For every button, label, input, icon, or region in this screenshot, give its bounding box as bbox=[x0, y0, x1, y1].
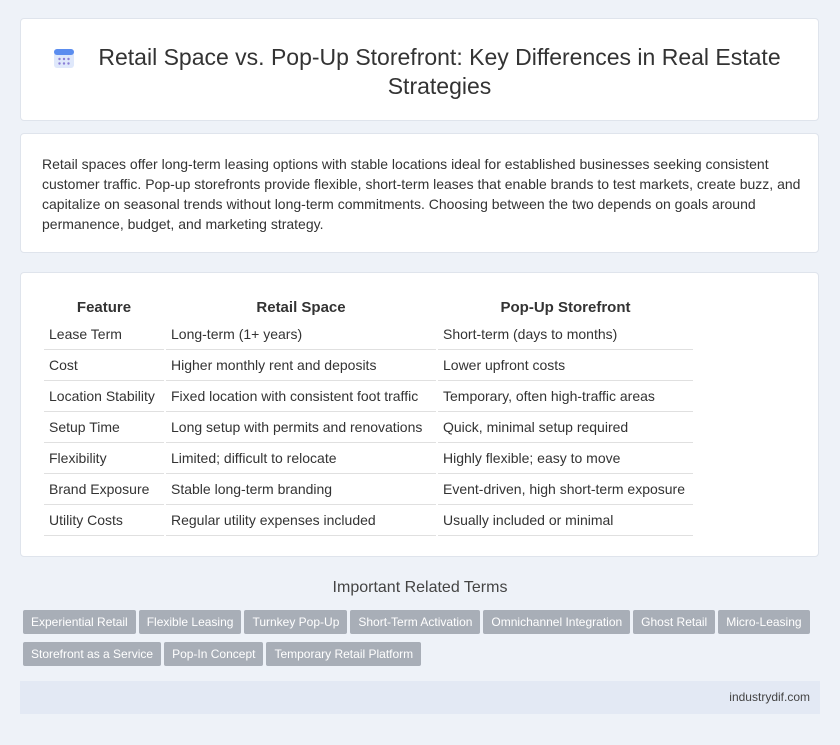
page-title: Retail Space vs. Pop-Up Storefront: Key … bbox=[98, 44, 781, 99]
table-cell: Usually included or minimal bbox=[438, 505, 693, 536]
title-card: Retail Space vs. Pop-Up Storefront: Key … bbox=[20, 18, 819, 121]
table-cell: Event-driven, high short-term exposure bbox=[438, 474, 693, 505]
calendar-icon bbox=[54, 49, 74, 68]
related-terms-title: Important Related Terms bbox=[332, 579, 508, 596]
table-row: Utility Costs Regular utility expenses i… bbox=[44, 505, 693, 536]
tag-temporary-retail-platform[interactable]: Temporary Retail Platform bbox=[266, 642, 422, 666]
table-cell: Location Stability bbox=[44, 381, 164, 412]
table-cell: Long-term (1+ years) bbox=[166, 319, 436, 350]
tag-experiential-retail[interactable]: Experiential Retail bbox=[23, 610, 136, 634]
table-cell: Lease Term bbox=[44, 319, 164, 350]
tag-storefront-as-a-service[interactable]: Storefront as a Service bbox=[23, 642, 162, 666]
title-wrap: Retail Space vs. Pop-Up Storefront: Key … bbox=[21, 43, 818, 101]
table-row: Setup Time Long setup with permits and r… bbox=[44, 412, 693, 443]
comparison-table: Feature Retail Space Pop-Up Storefront L… bbox=[42, 295, 695, 536]
table-cell: Long setup with permits and renovations bbox=[166, 412, 436, 443]
tag-micro-leasing[interactable]: Micro-Leasing bbox=[718, 610, 810, 634]
table-cell: Higher monthly rent and deposits bbox=[166, 350, 436, 381]
column-header-pop-up: Pop-Up Storefront bbox=[500, 298, 631, 316]
table-cell: Flexibility bbox=[44, 443, 164, 474]
table-row: Lease Term Long-term (1+ years) Short-te… bbox=[44, 319, 693, 350]
table-row: Flexibility Limited; difficult to reloca… bbox=[44, 443, 693, 474]
table-cell: Stable long-term branding bbox=[166, 474, 436, 505]
tag-pop-in-concept[interactable]: Pop-In Concept bbox=[164, 642, 264, 666]
related-terms-list: Experiential Retail Flexible Leasing Turnk… bbox=[23, 610, 823, 674]
table-header-row: Feature Retail Space Pop-Up Storefront bbox=[44, 295, 693, 319]
tag-turnkey-pop-up[interactable]: Turnkey Pop-Up bbox=[244, 610, 348, 634]
table-cell: Lower upfront costs bbox=[438, 350, 693, 381]
tag-short-term-activation[interactable]: Short-Term Activation bbox=[350, 610, 481, 634]
table-cell: Limited; difficult to relocate bbox=[166, 443, 436, 474]
table-cell: Regular utility expenses included bbox=[166, 505, 436, 536]
intro-paragraph: Retail spaces offer long-term leasing op… bbox=[42, 156, 801, 232]
table-row: Cost Higher monthly rent and deposits Lo… bbox=[44, 350, 693, 381]
table-cell: Brand Exposure bbox=[44, 474, 164, 505]
tag-omnichannel-integration[interactable]: Omnichannel Integration bbox=[483, 610, 631, 634]
table-cell: Fixed location with consistent foot traf… bbox=[166, 381, 436, 412]
table-row: Location Stability Fixed location with c… bbox=[44, 381, 693, 412]
footer: industrydif.com bbox=[20, 681, 820, 714]
table-cell: Setup Time bbox=[44, 412, 164, 443]
tag-ghost-retail[interactable]: Ghost Retail bbox=[633, 610, 716, 634]
table-cell: Cost bbox=[44, 350, 164, 381]
tag-flexible-leasing[interactable]: Flexible Leasing bbox=[138, 610, 242, 634]
column-header-feature: Feature bbox=[76, 298, 132, 316]
table-cell: Temporary, often high-traffic areas bbox=[438, 381, 693, 412]
table-cell: Utility Costs bbox=[44, 505, 164, 536]
table-row: Brand Exposure Stable long-term branding… bbox=[44, 474, 693, 505]
comparison-card: Feature Retail Space Pop-Up Storefront L… bbox=[20, 272, 819, 557]
table-cell: Quick, minimal setup required bbox=[438, 412, 693, 443]
intro-card: Retail spaces offer long-term leasing op… bbox=[20, 133, 819, 253]
table-cell: Highly flexible; easy to move bbox=[438, 443, 693, 474]
table-cell: Short-term (days to months) bbox=[438, 319, 693, 350]
footer-site-link[interactable]: industrydif.com bbox=[729, 690, 810, 704]
column-header-retail-space: Retail Space bbox=[256, 298, 346, 316]
